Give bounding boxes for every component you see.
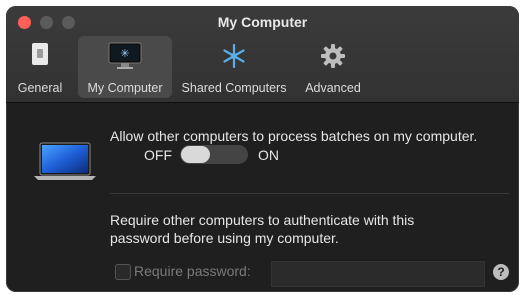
- require-password-label: Require password:: [134, 263, 251, 279]
- tab-bar: General ✳ My Computer Shared Computers A…: [6, 36, 519, 98]
- tab-my-computer[interactable]: ✳ My Computer: [78, 36, 172, 98]
- snowflake-icon: [220, 42, 248, 75]
- gear-icon: [319, 42, 347, 75]
- on-label: ON: [258, 147, 279, 163]
- require-auth-line2: password before using my computer.: [110, 230, 339, 246]
- toggle-knob[interactable]: [181, 146, 210, 163]
- tab-shared-computers-label: Shared Computers: [181, 81, 287, 95]
- allow-processing-toggle[interactable]: [180, 145, 248, 164]
- tab-advanced-label: Advanced: [305, 81, 361, 95]
- my-computer-pane: Allow other computers to process batches…: [6, 103, 519, 292]
- require-password-checkbox[interactable]: [115, 264, 131, 280]
- password-input[interactable]: [271, 261, 485, 287]
- help-button[interactable]: ?: [493, 264, 509, 280]
- monitor-icon: ✳: [108, 42, 142, 75]
- svg-text:✳: ✳: [120, 47, 129, 60]
- off-label: OFF: [144, 147, 172, 163]
- preferences-window: My Computer General ✳ My Computer Shared…: [6, 6, 519, 292]
- tab-general-label: General: [17, 81, 63, 95]
- tab-shared-computers[interactable]: Shared Computers: [178, 36, 290, 98]
- divider: [110, 193, 509, 194]
- toolbar: My Computer General ✳ My Computer Shared…: [6, 6, 519, 103]
- require-auth-line1: Require other computers to authenticate …: [110, 212, 415, 228]
- window-title: My Computer: [217, 14, 308, 30]
- switch-icon: [31, 42, 49, 71]
- tab-general[interactable]: General: [14, 36, 66, 98]
- tab-my-computer-label: My Computer: [87, 81, 163, 95]
- laptop-icon: [32, 141, 98, 186]
- allow-processing-text: Allow other computers to process batches…: [110, 128, 478, 144]
- tab-advanced[interactable]: Advanced: [298, 36, 368, 98]
